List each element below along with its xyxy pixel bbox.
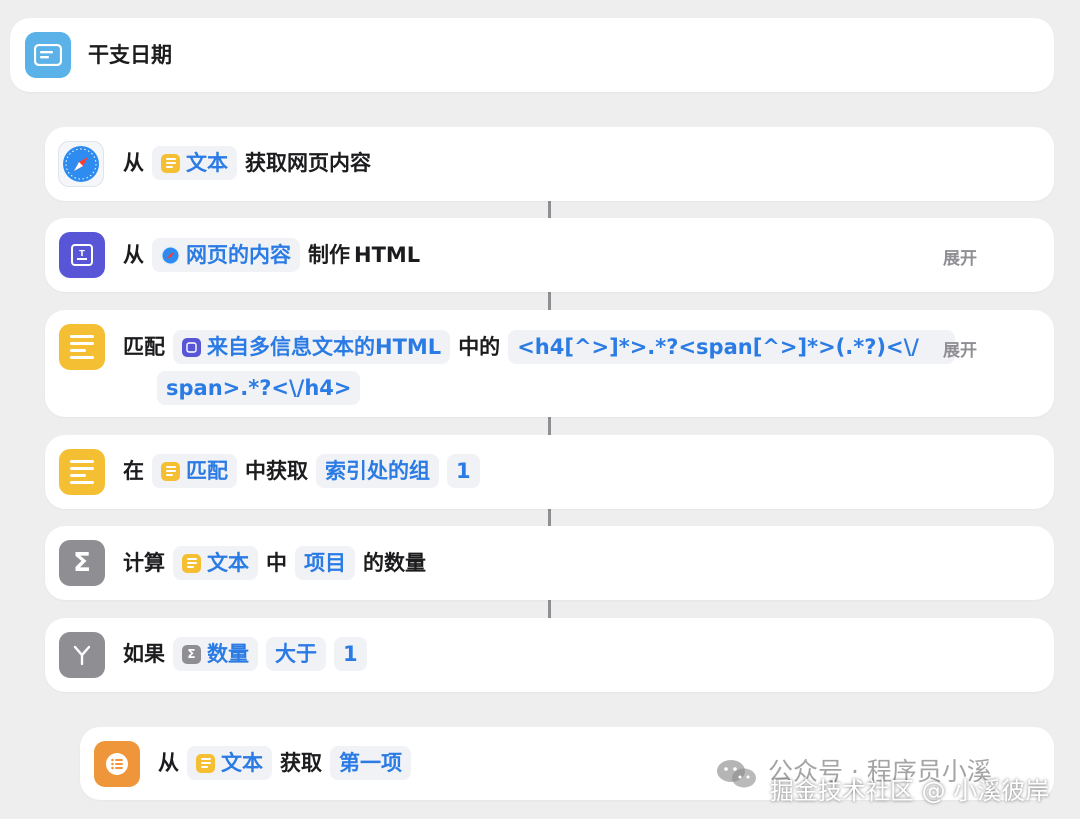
variable-token-text[interactable]: 文本 [152,146,237,180]
shortcut-icon [25,32,71,78]
label-quantity: 的数量 [363,551,426,575]
label-from: 从 [123,151,144,175]
variable-token-match[interactable]: 匹配 [152,454,237,488]
action-match-text[interactable]: 匹配 来自多信息文本的HTML 中的 <h4[^>]*>.*?<span[^>]… [45,310,1054,417]
action-if[interactable]: 如果 Σ 数量 大于 1 [45,618,1054,692]
label-get-from: 中获取 [245,459,308,483]
label-at: 在 [123,459,144,483]
shortcut-title: 干支日期 [88,38,180,72]
connector-line [548,200,551,218]
wechat-icon [715,757,759,791]
text-icon [59,324,105,370]
shortcut-header[interactable]: 干支日期 [10,18,1054,92]
label-if: 如果 [123,642,165,666]
variable-token-web-content[interactable]: 网页的内容 [152,238,300,272]
label-count: 计算 [123,551,165,575]
count-type-selector[interactable]: 项目 [295,546,355,580]
text-icon [182,553,201,573]
group-index-field[interactable]: 1 [447,454,480,488]
text-icon [196,753,215,773]
variable-token-text[interactable]: 文本 [173,546,258,580]
group-mode-selector[interactable]: 索引处的组 [316,454,439,488]
label-html: HTML [354,243,421,267]
sigma-icon: Σ [182,644,201,664]
regex-pattern-continuation[interactable]: span>.*?<\/h4> [157,371,361,405]
regex-pattern-field[interactable]: <h4[^>]*>.*?<span[^>]*>(.*?)<\/ [508,330,955,364]
connector-line [548,508,551,526]
svg-text:T: T [79,249,85,258]
rich-text-icon: T [59,232,105,278]
watermark-juejin: 掘金技术社区 @ 小溪彼岸 [770,777,1050,805]
text-icon [59,449,105,495]
variable-token-count[interactable]: Σ 数量 [173,637,258,671]
condition-selector[interactable]: 大于 [266,637,326,671]
label-get: 获取 [280,751,322,775]
label-in: 中的 [458,335,501,359]
label-from: 从 [158,751,179,775]
branch-icon [59,632,105,678]
action-make-html[interactable]: T 从 网页的内容 制作 HTML 展开 [45,218,1054,292]
safari-icon [161,245,180,265]
variable-token-rich-text-html[interactable]: 来自多信息文本的HTML [173,330,451,364]
condition-value-field[interactable]: 1 [334,637,367,671]
label-get-web-content: 获取网页内容 [245,151,371,175]
label-match: 匹配 [123,335,165,359]
text-icon [161,153,180,173]
action-count[interactable]: Σ 计算 文本 中 项目 的数量 [45,526,1054,600]
label-from: 从 [123,243,144,267]
page-title: 干支日期 [88,43,172,67]
connector-line [548,599,551,618]
expand-button[interactable]: 展开 [943,336,977,361]
variable-token-text[interactable]: 文本 [187,746,272,780]
action-get-group[interactable]: 在 匹配 中获取 索引处的组 1 [45,435,1054,509]
label-make: 制作 [308,243,350,267]
connector-line [548,416,551,435]
text-icon [161,461,180,481]
safari-icon [58,141,104,187]
expand-button[interactable]: 展开 [943,244,977,269]
list-icon [94,741,140,787]
action-get-web-content[interactable]: 从 文本 获取网页内容 [45,127,1054,201]
rich-text-icon [182,337,201,357]
connector-line [548,291,551,310]
item-selector[interactable]: 第一项 [330,746,411,780]
sigma-icon: Σ [59,540,105,586]
label-in: 中 [266,551,287,575]
